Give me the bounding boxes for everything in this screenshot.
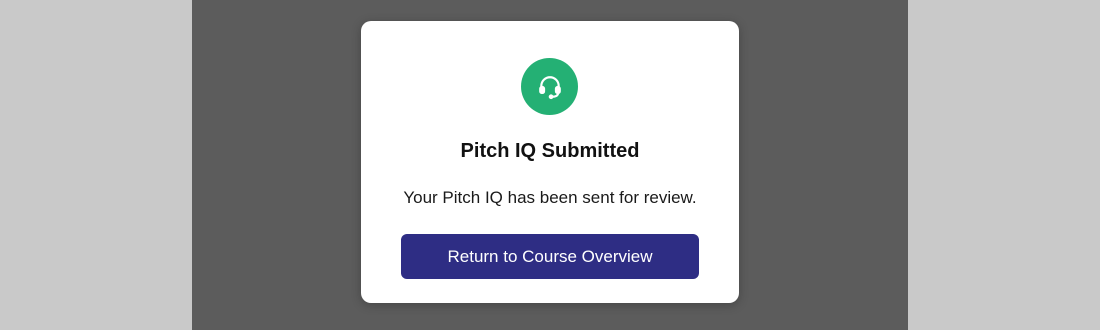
- headset-icon: [521, 58, 578, 115]
- return-to-course-overview-button[interactable]: Return to Course Overview: [401, 234, 699, 279]
- page: Pitch IQ Submitted Your Pitch IQ has bee…: [0, 0, 1100, 330]
- dialog-title: Pitch IQ Submitted: [460, 140, 640, 162]
- submission-confirmation-dialog: Pitch IQ Submitted Your Pitch IQ has bee…: [361, 21, 739, 303]
- dialog-message: Your Pitch IQ has been sent for review.: [403, 188, 697, 207]
